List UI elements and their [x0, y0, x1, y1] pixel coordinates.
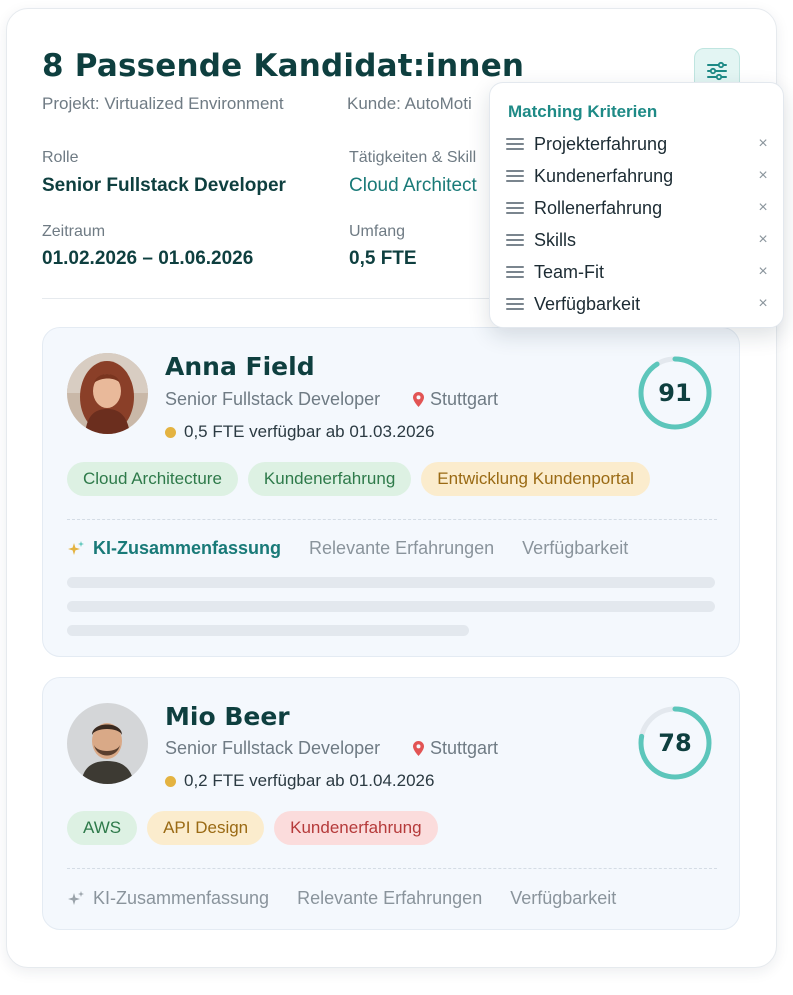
candidate-location: Stuttgart — [413, 389, 498, 410]
criteria-label: Verfügbarkeit — [534, 293, 641, 314]
close-icon[interactable]: × — [756, 199, 770, 217]
loading-line — [67, 625, 469, 636]
availability-dot — [165, 775, 176, 787]
availability-dot — [165, 426, 176, 438]
page-title: 8 Passende Kandidat:innen — [42, 48, 525, 84]
criteria-item-team-fit[interactable]: Team-Fit × — [506, 258, 770, 286]
close-icon[interactable]: × — [756, 263, 770, 281]
skill-tag: AWS — [67, 811, 138, 845]
skills-label: Tätigkeiten & Skill — [349, 149, 477, 166]
criteria-item-verfuegbarkeit[interactable]: Verfügbarkeit × — [506, 290, 770, 318]
avatar — [67, 353, 148, 434]
tab-ki-zusammenfassung[interactable]: KI-Zusammenfassung — [67, 538, 281, 559]
criteria-item-skills[interactable]: Skills × — [506, 226, 770, 254]
drag-handle-icon[interactable] — [506, 170, 524, 182]
criteria-label: Projekterfahrung — [534, 133, 668, 154]
criteria-item-rollenerfahrung[interactable]: Rollenerfahrung × — [506, 194, 770, 222]
candidate-name[interactable]: Mio Beer — [165, 702, 290, 731]
close-icon[interactable]: × — [756, 135, 770, 153]
candidate-tabs: KI-Zusammenfassung Relevante Erfahrungen… — [67, 888, 616, 909]
period-value: 01.02.2026 – 01.06.2026 — [42, 248, 254, 269]
criteria-item-kundenerfahrung[interactable]: Kundenerfahrung × — [506, 162, 770, 190]
skill-tag: Kundenerfahrung — [247, 462, 412, 496]
drag-handle-icon[interactable] — [506, 234, 524, 246]
candidate-card[interactable]: Anna Field Senior Fullstack Developer St… — [42, 327, 740, 657]
tab-relevante-erfahrungen[interactable]: Relevante Erfahrungen — [309, 538, 494, 559]
sliders-icon — [707, 61, 727, 81]
criteria-item-projekterfahrung[interactable]: Projekterfahrung × — [506, 130, 770, 158]
criteria-label: Rollenerfahrung — [534, 197, 663, 218]
candidate-location: Stuttgart — [413, 738, 498, 759]
drag-handle-icon[interactable] — [506, 138, 524, 150]
availability-text: 0,2 FTE verfügbar ab 01.04.2026 — [184, 771, 435, 790]
tag-list: Cloud Architecture Kundenerfahrung Entwi… — [67, 462, 650, 496]
location-label: Stuttgart — [430, 389, 499, 409]
candidate-role: Senior Fullstack Developer — [165, 389, 381, 409]
tab-relevante-erfahrungen[interactable]: Relevante Erfahrungen — [297, 888, 482, 909]
drag-handle-icon[interactable] — [506, 298, 524, 310]
close-icon[interactable]: × — [756, 295, 770, 313]
matching-criteria-popover: Matching Kriterien Projekterfahrung × Ku… — [489, 82, 784, 328]
popover-title: Matching Kriterien — [508, 102, 658, 121]
close-icon[interactable]: × — [756, 231, 770, 249]
skill-tag: Kundenerfahrung — [274, 811, 438, 845]
drag-handle-icon[interactable] — [506, 266, 524, 278]
card-divider — [67, 868, 717, 869]
drag-handle-icon[interactable] — [506, 202, 524, 214]
close-icon[interactable]: × — [756, 167, 770, 185]
avatar — [67, 703, 148, 784]
loading-line — [67, 577, 715, 588]
loading-line — [67, 601, 715, 612]
criteria-label: Kundenerfahrung — [534, 165, 674, 186]
customer-name: Kunde: AutoMoti — [347, 94, 472, 113]
candidate-name[interactable]: Anna Field — [165, 352, 315, 381]
scope-value: 0,5 FTE — [349, 248, 417, 269]
tab-verfuegbarkeit[interactable]: Verfügbarkeit — [522, 538, 628, 559]
tab-ki-zusammenfassung[interactable]: KI-Zusammenfassung — [67, 888, 269, 909]
project-name: Projekt: Virtualized Environment — [42, 94, 284, 113]
scope-label: Umfang — [349, 223, 406, 240]
score-value: 78 — [658, 729, 692, 757]
period-label: Zeitraum — [42, 223, 106, 240]
tag-list: AWS API Design Kundenerfahrung — [67, 811, 438, 845]
candidate-card[interactable]: Mio Beer Senior Fullstack Developer Stut… — [42, 677, 740, 930]
skill-tag: Entwicklung Kundenportal — [421, 462, 650, 496]
role-label: Rolle — [42, 149, 79, 166]
availability: 0,2 FTE verfügbar ab 01.04.2026 — [165, 771, 434, 791]
map-pin-icon — [413, 741, 424, 756]
map-pin-icon — [413, 392, 424, 407]
role-value: Senior Fullstack Developer — [42, 175, 286, 196]
criteria-label: Skills — [534, 229, 577, 250]
criteria-label: Team-Fit — [534, 261, 605, 282]
candidate-tabs: KI-Zusammenfassung Relevante Erfahrungen… — [67, 538, 628, 559]
card-divider — [67, 519, 717, 520]
availability-text: 0,5 FTE verfügbar ab 01.03.2026 — [184, 422, 435, 441]
location-label: Stuttgart — [430, 738, 499, 758]
skill-tag: Cloud Architecture — [67, 462, 238, 496]
skills-value: Cloud Architect — [349, 175, 477, 196]
match-score: 78 — [637, 705, 713, 781]
candidate-role: Senior Fullstack Developer — [165, 738, 381, 758]
tab-verfuegbarkeit[interactable]: Verfügbarkeit — [510, 888, 616, 909]
match-score: 91 — [637, 355, 713, 431]
skill-tag: API Design — [147, 811, 265, 845]
score-value: 91 — [658, 379, 692, 407]
sparkle-icon — [68, 540, 84, 555]
availability: 0,5 FTE verfügbar ab 01.03.2026 — [165, 422, 434, 442]
sparkle-icon — [68, 890, 84, 905]
